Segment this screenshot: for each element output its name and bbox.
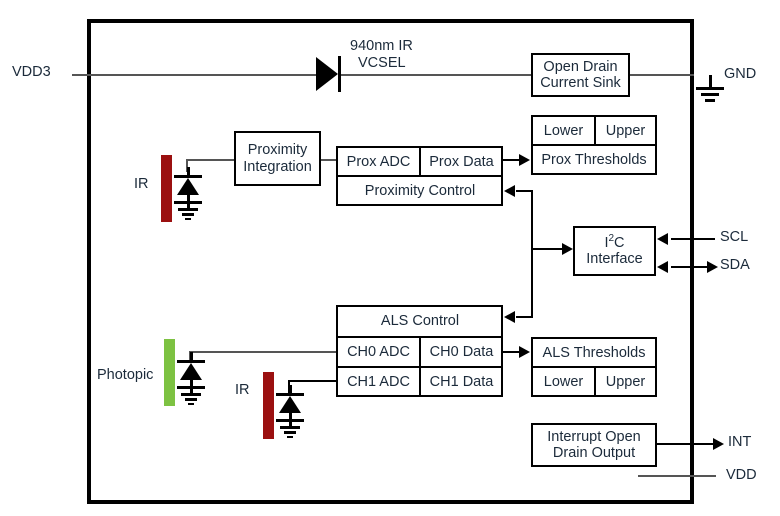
block-diagram-canvas: VDD3 940nm IR VCSEL Open Drain Current S…	[0, 0, 780, 516]
wire-integration-to-prox-adc	[320, 159, 337, 161]
cell-proximity-control: Proximity Control	[364, 182, 476, 199]
wire-ch0-pd-to-adc	[189, 351, 337, 353]
open-drain-current-sink-line2: Current Sink	[540, 75, 621, 91]
arrowhead-prox-thresholds	[519, 154, 530, 166]
cell-prox-data: Prox Data	[429, 153, 494, 170]
cell-ch1-data: CH1 Data	[429, 374, 494, 390]
proximity-integration-line1: Proximity	[247, 142, 308, 159]
pin-label-scl: SCL	[720, 229, 749, 245]
arrowhead-als-control	[504, 311, 515, 323]
wire-current-sink-to-gnd	[630, 74, 694, 76]
pin-label-gnd: GND	[724, 66, 757, 82]
block-interrupt-open-drain-output: Interrupt Open Drain Output	[531, 423, 657, 467]
photopic-label: Photopic	[97, 367, 154, 383]
wire-bus-to-als-control	[516, 316, 533, 318]
wire-ch1-pd-to-adc	[288, 380, 337, 382]
interrupt-output-line1: Interrupt Open	[547, 428, 641, 445]
vcsel-label-line1: 940nm IR	[350, 38, 413, 54]
cell-als-threshold-upper: Upper	[605, 373, 646, 390]
wire-int-out	[657, 443, 715, 445]
wire-vcsel-to-current-sink	[341, 74, 531, 76]
arrowhead-sda-in	[657, 261, 668, 273]
i2c-interface-line1: I2C	[604, 232, 625, 251]
wire-bus-to-proximity-control	[516, 190, 533, 192]
cell-prox-adc: Prox ADC	[346, 153, 411, 170]
ir-filter-proximity	[161, 155, 172, 222]
ir-label-proximity: IR	[134, 176, 149, 192]
cell-ch1-adc: CH1 ADC	[347, 374, 410, 390]
block-i2c-interface: I2C Interface	[573, 226, 656, 276]
interrupt-output-line2: Drain Output	[552, 445, 636, 461]
vcsel-label-line2: VCSEL	[358, 55, 406, 71]
pin-label-vdd3: VDD3	[12, 64, 51, 80]
photopic-filter	[164, 339, 175, 406]
arrowhead-als-thresholds	[519, 346, 530, 358]
ir-filter-ch1	[263, 372, 274, 439]
wire-sda	[671, 266, 709, 268]
ir-label-ch1: IR	[235, 382, 250, 398]
arrowhead-i2c-in	[562, 243, 573, 255]
bus-vertical-i2c	[531, 190, 533, 317]
wire-vdd3-to-vcsel	[72, 74, 317, 76]
arrowhead-sda-out	[707, 261, 718, 273]
cell-prox-threshold-lower: Lower	[543, 122, 584, 139]
cell-prox-thresholds-title: Prox Thresholds	[541, 151, 647, 168]
open-drain-current-sink-line1: Open Drain	[543, 58, 618, 75]
wire-vdd	[638, 475, 716, 477]
wire-scl	[671, 238, 715, 240]
arrowhead-scl-in	[657, 233, 668, 245]
block-proximity-integration: Proximity Integration	[234, 131, 321, 186]
proximity-integration-line2: Integration	[243, 158, 312, 175]
cell-prox-threshold-upper: Upper	[605, 122, 646, 139]
wire-bus-to-i2c	[532, 248, 564, 250]
cell-ch0-data: CH0 Data	[429, 344, 494, 360]
cell-als-control: ALS Control	[380, 313, 460, 329]
arrowhead-proximity-control	[504, 185, 515, 197]
i2c-superscript-2: 2	[608, 232, 615, 244]
cell-ch0-adc: CH0 ADC	[347, 344, 410, 360]
i2c-interface-line2: Interface	[586, 251, 643, 267]
pin-label-int: INT	[728, 434, 752, 450]
arrowhead-int-out	[713, 438, 724, 450]
pin-label-vdd: VDD	[726, 467, 757, 483]
block-open-drain-current-sink: Open Drain Current Sink	[531, 53, 630, 97]
cell-als-threshold-lower: Lower	[543, 373, 584, 390]
cell-als-thresholds-title: ALS Thresholds	[542, 344, 646, 361]
wire-prox-pd-to-integration	[186, 159, 236, 161]
pin-label-sda: SDA	[720, 257, 750, 273]
